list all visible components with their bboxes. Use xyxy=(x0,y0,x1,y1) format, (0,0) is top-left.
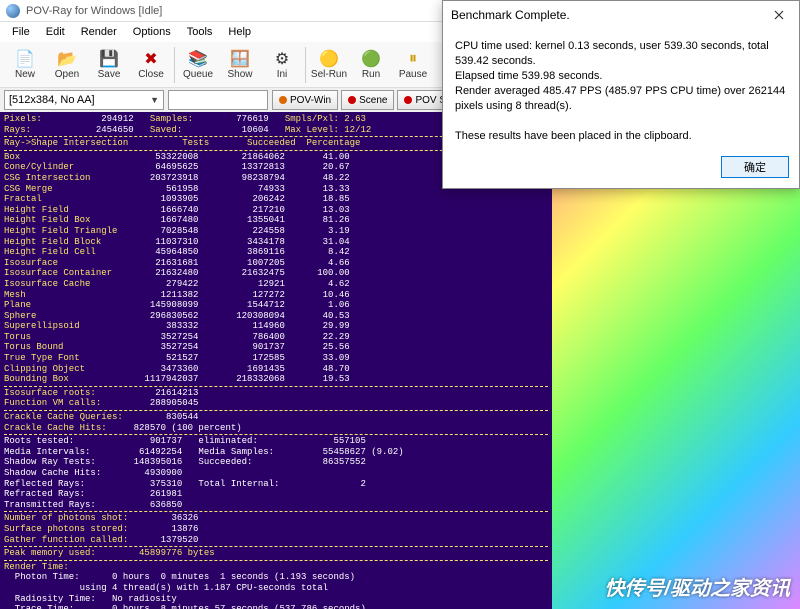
selrun-icon: 🟡 xyxy=(319,49,339,69)
menu-tools[interactable]: Tools xyxy=(179,24,221,40)
toolbar-label: Show xyxy=(227,69,252,80)
toolbar-label: Close xyxy=(138,69,164,80)
menu-help[interactable]: Help xyxy=(220,24,259,40)
menu-options[interactable]: Options xyxy=(125,24,179,40)
menu-file[interactable]: File xyxy=(4,24,38,40)
link-icon xyxy=(404,96,412,104)
dialog-line: These results have been placed in the cl… xyxy=(455,129,787,144)
povwin-button[interactable]: POV-Win xyxy=(272,90,338,110)
scene-button[interactable]: Scene xyxy=(341,90,394,110)
queue-icon: 📚 xyxy=(188,49,208,69)
app-icon xyxy=(6,4,20,18)
toolbar-label: Pause xyxy=(399,69,427,80)
selrun-button[interactable]: 🟡Sel-Run xyxy=(308,44,350,86)
toolbar-label: Run xyxy=(362,69,380,80)
link-icon xyxy=(279,96,287,104)
button-label: Scene xyxy=(359,95,387,106)
benchmark-dialog: Benchmark Complete. CPU time used: kerne… xyxy=(442,0,800,189)
open-icon: 📂 xyxy=(57,49,77,69)
toolbar-label: New xyxy=(15,69,35,80)
toolbar-label: Queue xyxy=(183,69,213,80)
queue-button[interactable]: 📚Queue xyxy=(177,44,219,86)
dialog-line: CPU time used: kernel 0.13 seconds, user… xyxy=(455,39,787,69)
dialog-title-bar: Benchmark Complete. xyxy=(443,1,799,29)
close-button[interactable] xyxy=(759,1,799,29)
ini-button[interactable]: ⚙Ini xyxy=(261,44,303,86)
pause-button[interactable]: ⏸Pause xyxy=(392,44,434,86)
save-icon: 💾 xyxy=(99,49,119,69)
toolbar-label: Ini xyxy=(277,69,288,80)
show-button[interactable]: 🪟Show xyxy=(219,44,261,86)
new-icon: 📄 xyxy=(15,49,35,69)
toolbar-label: Save xyxy=(98,69,121,80)
dialog-body: CPU time used: kernel 0.13 seconds, user… xyxy=(443,29,799,150)
run-button[interactable]: 🟢Run xyxy=(350,44,392,86)
close-icon xyxy=(774,10,784,20)
ini-icon: ⚙ xyxy=(272,49,292,69)
run-icon: 🟢 xyxy=(361,49,381,69)
show-icon: 🪟 xyxy=(230,49,250,69)
new-button[interactable]: 📄New xyxy=(4,44,46,86)
close-button[interactable]: ✖Close xyxy=(130,44,172,86)
menu-render[interactable]: Render xyxy=(73,24,125,40)
window-title: POV-Ray for Windows [Idle] xyxy=(26,5,162,17)
chevron-down-icon: ▼ xyxy=(150,95,159,105)
save-button[interactable]: 💾Save xyxy=(88,44,130,86)
ok-button[interactable]: 确定 xyxy=(721,156,789,178)
dialog-line: Elapsed time 539.98 seconds. xyxy=(455,69,787,84)
close-icon: ✖ xyxy=(141,49,161,69)
pause-icon: ⏸ xyxy=(403,49,423,69)
toolbar-label: Sel-Run xyxy=(311,69,347,80)
open-button[interactable]: 📂Open xyxy=(46,44,88,86)
toolbar-label: Open xyxy=(55,69,79,80)
menu-edit[interactable]: Edit xyxy=(38,24,73,40)
link-icon xyxy=(348,96,356,104)
button-label: POV-Win xyxy=(290,95,331,106)
command-input[interactable] xyxy=(168,90,268,110)
dialog-line: Render averaged 485.47 PPS (485.97 PPS C… xyxy=(455,84,787,114)
watermark-text: 快传号/驱动之家资讯 xyxy=(604,572,790,601)
dialog-title-text: Benchmark Complete. xyxy=(451,8,570,22)
size-combo[interactable]: [512x384, No AA]▼ xyxy=(4,90,164,110)
